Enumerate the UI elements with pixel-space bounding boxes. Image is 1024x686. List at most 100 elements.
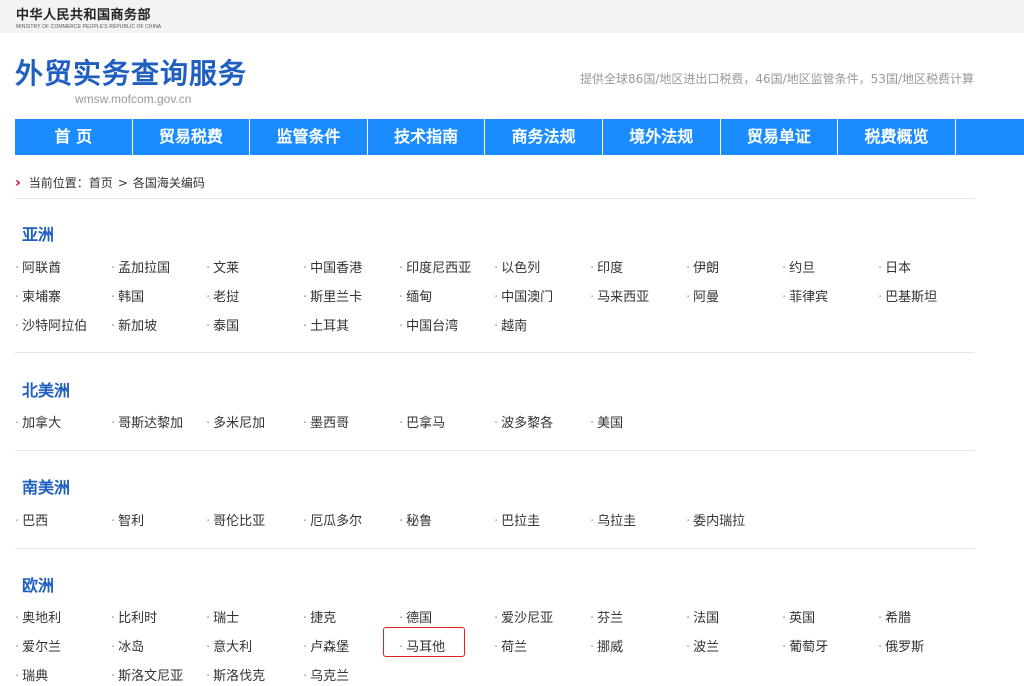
country-link[interactable]: · 马来西亚 xyxy=(590,286,649,305)
country-link[interactable]: · 中国香港 xyxy=(303,257,362,276)
country-link[interactable]: · 巴西 xyxy=(15,510,48,529)
country-link[interactable]: · 哥斯达黎加 xyxy=(111,412,183,431)
country-link[interactable]: · 委内瑞拉 xyxy=(686,510,745,529)
country-link[interactable]: · 菲律宾 xyxy=(782,286,828,305)
country-link[interactable]: · 爱沙尼亚 xyxy=(494,607,553,626)
nav-item-technical-guide[interactable]: 技术指南 xyxy=(368,119,486,155)
country-link[interactable]: · 约旦 xyxy=(782,257,815,276)
bullet-icon: · xyxy=(686,640,691,655)
ministry-name-en: MINISTRY OF COMMERCE PEOPLE'S REPUBLIC O… xyxy=(16,24,162,30)
bullet-icon: · xyxy=(494,611,499,626)
country-link[interactable]: · 新加坡 xyxy=(111,315,157,334)
bullet-icon: · xyxy=(111,290,116,305)
bullet-icon: · xyxy=(15,514,20,529)
country-link[interactable]: · 乌拉圭 xyxy=(590,510,636,529)
country-link[interactable]: · 多米尼加 xyxy=(206,412,265,431)
country-link[interactable]: · 奥地利 xyxy=(15,607,61,626)
country-link[interactable]: · 老挝 xyxy=(206,286,239,305)
country-name: 沙特阿拉伯 xyxy=(22,319,88,334)
region-title: 南美洲 xyxy=(22,478,71,497)
country-link[interactable]: · 墨西哥 xyxy=(303,412,349,431)
nav-item-tax-overview[interactable]: 税费概览 xyxy=(838,119,956,155)
country-link[interactable]: · 乌克兰 xyxy=(303,665,349,684)
country-link[interactable]: · 泰国 xyxy=(206,315,239,334)
country-link[interactable]: · 厄瓜多尔 xyxy=(303,510,362,529)
country-link[interactable]: · 哥伦比亚 xyxy=(206,510,265,529)
nav-item-foreign-law[interactable]: 境外法规 xyxy=(603,119,721,155)
country-link[interactable]: · 孟加拉国 xyxy=(111,257,170,276)
bullet-icon: · xyxy=(494,261,499,276)
country-link[interactable]: · 葡萄牙 xyxy=(782,636,828,655)
bullet-icon: · xyxy=(399,319,404,334)
country-link[interactable]: · 波兰 xyxy=(686,636,719,655)
country-link[interactable]: · 越南 xyxy=(494,315,527,334)
country-link[interactable]: · 法国 xyxy=(686,607,719,626)
country-link[interactable]: · 日本 xyxy=(878,257,911,276)
country-link[interactable]: · 智利 xyxy=(111,510,144,529)
country-link[interactable]: · 美国 xyxy=(590,412,623,431)
country-name: 乌克兰 xyxy=(310,669,350,684)
country-link[interactable]: · 文莱 xyxy=(206,257,239,276)
country-link[interactable]: · 印度尼西亚 xyxy=(399,257,471,276)
country-link[interactable]: · 巴基斯坦 xyxy=(878,286,937,305)
country-link[interactable]: · 波多黎各 xyxy=(494,412,553,431)
country-link[interactable]: · 捷克 xyxy=(303,607,336,626)
nav-item-trade-tax[interactable]: 贸易税费 xyxy=(133,119,251,155)
country-link[interactable]: · 巴拿马 xyxy=(399,412,445,431)
country-link[interactable]: · 比利时 xyxy=(111,607,157,626)
ministry-logo[interactable]: 中华人民共和国商务部 MINISTRY OF COMMERCE PEOPLE'S… xyxy=(16,4,161,30)
bullet-icon: · xyxy=(686,514,691,529)
country-name: 印度 xyxy=(597,261,624,276)
bullet-icon: · xyxy=(782,611,787,626)
nav-item-home[interactable]: 首 页 xyxy=(15,119,133,155)
country-link[interactable]: · 荷兰 xyxy=(494,636,527,655)
country-link[interactable]: · 秘鲁 xyxy=(399,510,432,529)
nav-item-regulatory-conditions[interactable]: 监管条件 xyxy=(250,119,368,155)
nav-item-trade-documents[interactable]: 贸易单证 xyxy=(721,119,839,155)
nav-item-commerce-law[interactable]: 商务法规 xyxy=(485,119,603,155)
country-link[interactable]: · 挪威 xyxy=(590,636,623,655)
country-link[interactable]: · 斯洛文尼亚 xyxy=(111,665,183,684)
country-link[interactable]: · 以色列 xyxy=(494,257,540,276)
country-link[interactable]: · 斯里兰卡 xyxy=(303,286,362,305)
country-name: 孟加拉国 xyxy=(118,261,171,276)
country-link[interactable]: · 加拿大 xyxy=(15,412,61,431)
country-link[interactable]: · 伊朗 xyxy=(686,257,719,276)
country-link[interactable]: · 卢森堡 xyxy=(303,636,349,655)
country-name: 韩国 xyxy=(118,290,145,305)
country-link[interactable]: · 德国 xyxy=(399,607,432,626)
bullet-icon: · xyxy=(878,611,883,626)
country-link[interactable]: · 希腊 xyxy=(878,607,911,626)
breadcrumb-home-link[interactable]: 首页 xyxy=(89,174,113,191)
country-link[interactable]: · 爱尔兰 xyxy=(15,636,61,655)
bullet-icon: · xyxy=(494,290,499,305)
country-link[interactable]: · 斯洛伐克 xyxy=(206,665,265,684)
country-link[interactable]: · 土耳其 xyxy=(303,315,349,334)
country-link[interactable]: · 阿曼 xyxy=(686,286,719,305)
country-link[interactable]: · 冰岛 xyxy=(111,636,144,655)
country-name: 泰国 xyxy=(213,319,240,334)
country-link[interactable]: · 中国澳门 xyxy=(494,286,553,305)
country-link[interactable]: · 瑞士 xyxy=(206,607,239,626)
country-link[interactable]: · 韩国 xyxy=(111,286,144,305)
top-bar: 中华人民共和国商务部 MINISTRY OF COMMERCE PEOPLE'S… xyxy=(0,0,1024,33)
country-link[interactable]: · 阿联酋 xyxy=(15,257,61,276)
country-link[interactable]: · 俄罗斯 xyxy=(878,636,924,655)
country-name: 捷克 xyxy=(310,611,337,626)
country-link[interactable]: · 芬兰 xyxy=(590,607,623,626)
country-link[interactable]: · 缅甸 xyxy=(399,286,432,305)
country-link[interactable]: · 柬埔寨 xyxy=(15,286,61,305)
country-link[interactable]: · 瑞典 xyxy=(15,665,48,684)
country-link[interactable]: · 沙特阿拉伯 xyxy=(15,315,87,334)
nav-filler xyxy=(956,119,1024,155)
country-name: 巴西 xyxy=(22,514,49,529)
country-link[interactable]: · 英国 xyxy=(782,607,815,626)
country-name: 波多黎各 xyxy=(501,416,554,431)
country-link[interactable]: · 巴拉圭 xyxy=(494,510,540,529)
country-name: 爱尔兰 xyxy=(22,640,62,655)
country-name: 比利时 xyxy=(118,611,158,626)
bullet-icon: · xyxy=(206,416,211,431)
country-link[interactable]: · 印度 xyxy=(590,257,623,276)
country-link[interactable]: · 意大利 xyxy=(206,636,252,655)
country-link[interactable]: · 中国台湾 xyxy=(399,315,458,334)
